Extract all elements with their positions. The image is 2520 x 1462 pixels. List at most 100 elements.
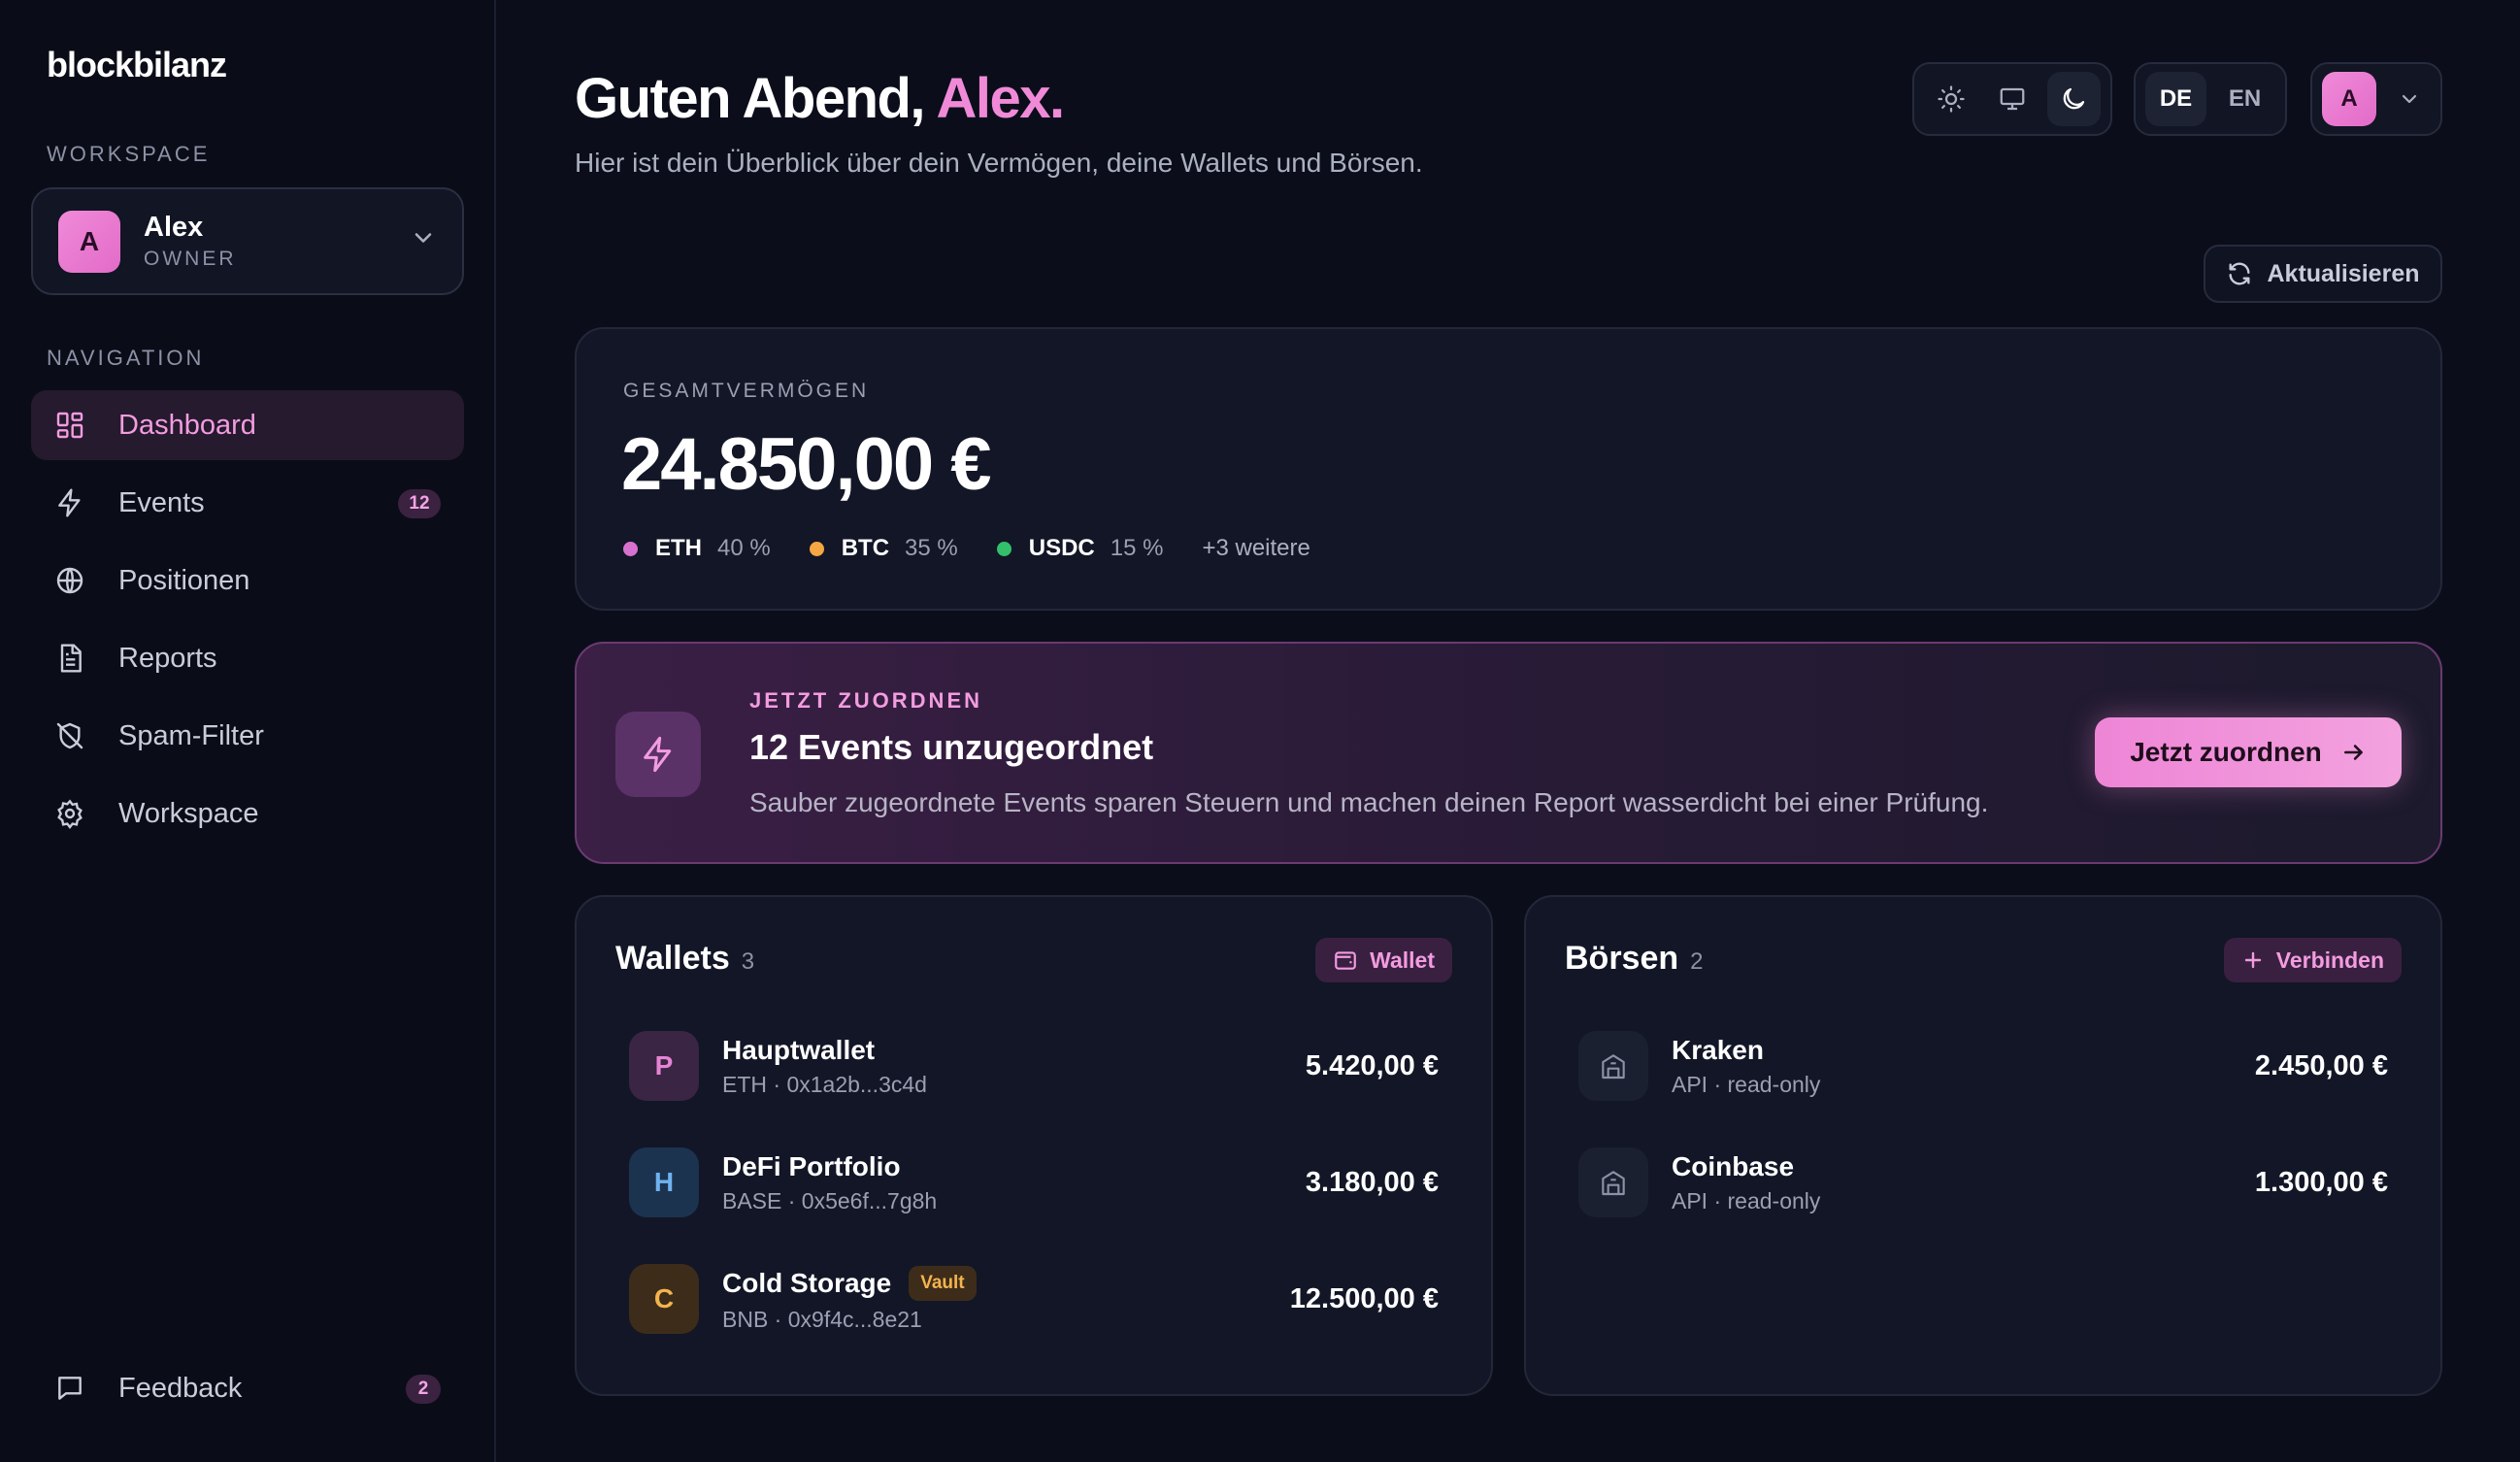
refresh-button[interactable]: Aktualisieren: [2204, 245, 2442, 303]
theme-switcher: [1912, 62, 2112, 136]
wallet-name-row: Cold Storage Vault: [722, 1265, 977, 1301]
monitor-icon: [1998, 84, 2027, 114]
allocation-legend: ETH 40 % BTC 35 % USDC 15 % +3 weitere: [623, 535, 1310, 562]
wallet-avatar: C: [629, 1264, 699, 1334]
avatar: A: [2322, 72, 2376, 126]
allocation-item-usdc: USDC 15 %: [996, 535, 1164, 562]
banner-title: 12 Events unzugeordnet: [749, 727, 1154, 767]
wallet-avatar: P: [629, 1031, 699, 1101]
shield-off-icon: [54, 720, 85, 751]
sidebar-item-reports[interactable]: Reports: [31, 623, 464, 693]
wallet-value: 12.500,00 €: [1289, 1283, 1439, 1314]
system-theme-button[interactable]: [1985, 72, 2039, 126]
allocation-percent: 35 %: [905, 535, 958, 561]
wallet-name: DeFi Portfolio: [722, 1150, 901, 1181]
exchanges-title: Börsen 2: [1565, 940, 1704, 978]
allocation-symbol: BTC: [841, 535, 890, 561]
globe-icon: [54, 565, 85, 596]
wallet-row[interactable]: C Cold Storage Vault BNB · 0x9f4c...8e21…: [629, 1262, 1439, 1336]
wallet-row[interactable]: H DeFi Portfolio BASE · 0x5e6f...7g8h 3.…: [629, 1146, 1439, 1219]
add-wallet-button[interactable]: Wallet: [1315, 938, 1452, 982]
plus-icon: [2241, 948, 2265, 972]
light-theme-button[interactable]: [1924, 72, 1977, 126]
gear-icon: [54, 798, 85, 829]
exchanges-count: 2: [1690, 948, 1704, 975]
exchange-row[interactable]: Coinbase API · read-only 1.300,00 €: [1578, 1146, 2388, 1219]
sidebar-item-positionen[interactable]: Positionen: [31, 546, 464, 615]
allocation-item-eth: ETH 40 %: [623, 535, 771, 562]
building-icon: [1578, 1031, 1648, 1101]
feedback-button[interactable]: Feedback 2: [31, 1353, 464, 1423]
wallet-icon: [1333, 947, 1358, 973]
exchanges-card: Börsen 2 Verbinden Kraken API · read-only…: [1524, 895, 2442, 1396]
page-title: Guten Abend, Alex.: [575, 66, 1065, 131]
connect-exchange-label: Verbinden: [2275, 947, 2384, 973]
document-icon: [54, 643, 85, 674]
sidebar-item-spam-filter[interactable]: Spam-Filter: [31, 701, 464, 771]
language-switcher: DE EN: [2134, 62, 2287, 136]
allocation-dot: [996, 541, 1011, 556]
chevron-down-icon: [2398, 87, 2421, 111]
moon-icon: [2059, 84, 2088, 114]
wallets-title: Wallets 3: [615, 940, 754, 978]
dark-theme-button[interactable]: [2046, 72, 2101, 126]
sidebar-item-events[interactable]: Events 12: [31, 468, 464, 538]
message-icon: [54, 1373, 85, 1404]
wallet-row[interactable]: P Hauptwallet ETH · 0x1a2b...3c4d 5.420,…: [629, 1029, 1439, 1103]
total-assets-value: 24.850,00 €: [621, 423, 991, 506]
wallets-title-text: Wallets: [615, 940, 730, 977]
allocation-item-btc: BTC 35 %: [809, 535, 958, 562]
building-icon: [1578, 1147, 1648, 1217]
refresh-icon: [2226, 260, 2253, 287]
exchange-name: Coinbase: [1672, 1150, 1795, 1181]
sidebar-item-dashboard[interactable]: Dashboard: [31, 390, 464, 460]
feedback-count-badge: 2: [406, 1375, 441, 1404]
workspace-role: OWNER: [144, 248, 237, 270]
refresh-label: Aktualisieren: [2267, 259, 2420, 287]
dashboard-icon: [54, 410, 85, 441]
wallet-address: BNB · 0x9f4c...8e21: [722, 1306, 922, 1332]
user-menu-button[interactable]: A: [2310, 62, 2442, 136]
sidebar-item-label: Workspace: [118, 797, 259, 829]
allocation-dot: [623, 541, 638, 556]
allocation-more-link[interactable]: +3 weitere: [1202, 535, 1310, 562]
exchange-row[interactable]: Kraken API · read-only 2.450,00 €: [1578, 1029, 2388, 1103]
sidebar-item-label: Events: [118, 486, 205, 518]
allocation-symbol: ETH: [655, 535, 702, 561]
workspace-section-label: WORKSPACE: [47, 142, 211, 166]
workspace-name: Alex: [144, 212, 204, 243]
sidebar-item-workspace[interactable]: Workspace: [31, 779, 464, 848]
sidebar-item-label: Positionen: [118, 564, 250, 596]
wallets-card: Wallets 3 Wallet P Hauptwallet ETH · 0x1a…: [575, 895, 1493, 1396]
sidebar-item-label: Dashboard: [118, 409, 256, 441]
sun-icon: [1937, 84, 1966, 114]
wallet-avatar: H: [629, 1147, 699, 1217]
events-count-badge: 12: [398, 489, 441, 518]
assign-now-button[interactable]: Jetzt zuordnen: [2095, 717, 2402, 787]
allocation-percent: 40 %: [717, 535, 771, 561]
allocation-percent: 15 %: [1110, 535, 1164, 561]
banner-description: Sauber zugeordnete Events sparen Steuern…: [749, 787, 1989, 817]
arrow-right-icon: [2341, 740, 2367, 765]
exchange-value: 2.450,00 €: [2254, 1050, 2388, 1081]
wallet-name: Cold Storage: [722, 1267, 892, 1298]
workspace-switcher[interactable]: A Alex OWNER: [31, 187, 464, 295]
exchange-name: Kraken: [1672, 1034, 1764, 1065]
workspace-avatar: A: [58, 210, 120, 273]
vault-badge: Vault: [909, 1265, 977, 1301]
language-en-button[interactable]: EN: [2214, 72, 2275, 126]
wallet-value: 5.420,00 €: [1305, 1050, 1439, 1081]
language-de-button[interactable]: DE: [2145, 72, 2206, 126]
unassigned-events-banner: JETZT ZUORDNEN 12 Events unzugeordnet Sa…: [575, 642, 2442, 864]
exchanges-title-text: Börsen: [1565, 940, 1679, 977]
assign-now-label: Jetzt zuordnen: [2130, 737, 2322, 767]
connect-exchange-button[interactable]: Verbinden: [2223, 938, 2402, 982]
allocation-symbol: USDC: [1028, 535, 1095, 561]
wallet-address: BASE · 0x5e6f...7g8h: [722, 1187, 938, 1213]
wallet-address: ETH · 0x1a2b...3c4d: [722, 1071, 927, 1097]
app-logo[interactable]: blockbilanz: [47, 45, 227, 85]
navigation-section-label: NAVIGATION: [47, 346, 205, 370]
wallet-name: Hauptwallet: [722, 1034, 876, 1065]
allocation-dot: [809, 541, 824, 556]
exchange-access: API · read-only: [1672, 1071, 1821, 1097]
